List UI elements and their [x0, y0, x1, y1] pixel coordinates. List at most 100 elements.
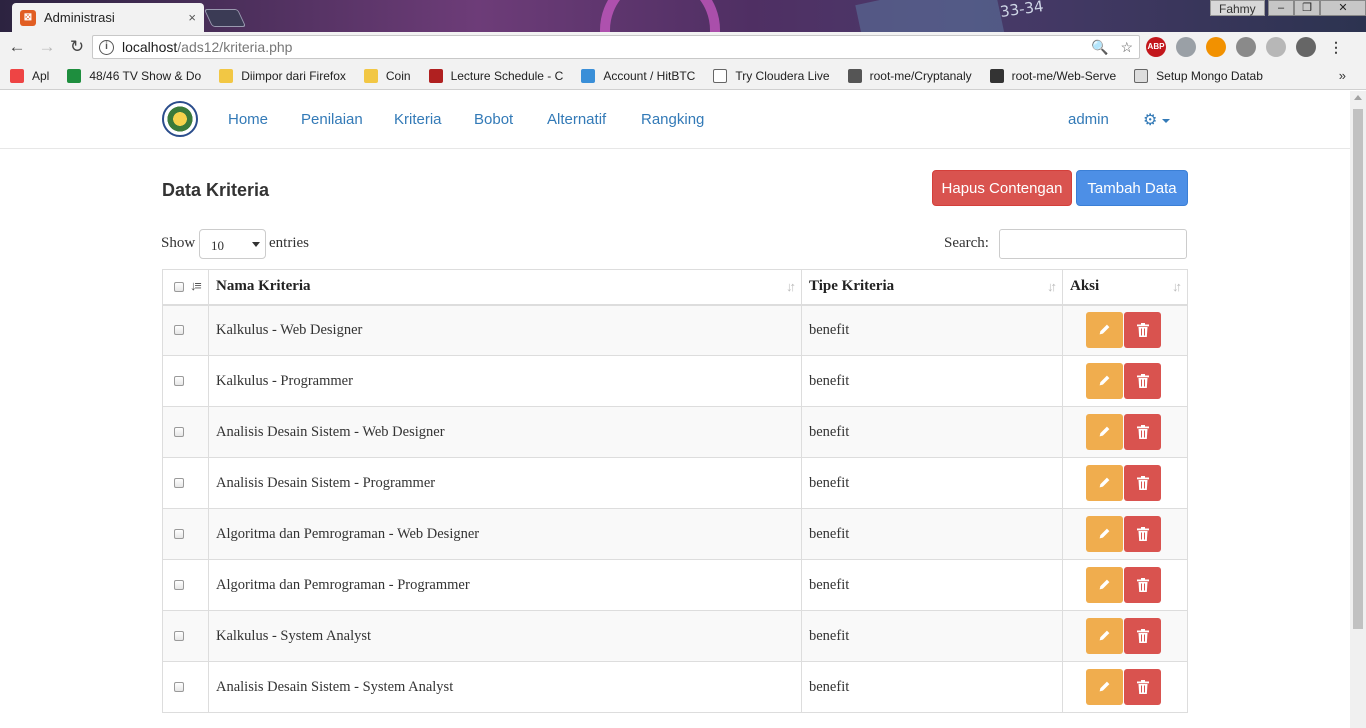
minimize-icon[interactable]: –	[1268, 0, 1294, 16]
extension-icon[interactable]	[1176, 37, 1196, 57]
edit-button[interactable]	[1086, 669, 1123, 705]
bookmark-item[interactable]: Account / HitBTC	[581, 68, 696, 83]
column-header-nama[interactable]: Nama Kriteria ↓↑	[208, 269, 802, 306]
delete-button[interactable]	[1124, 465, 1161, 501]
row-checkbox[interactable]	[174, 478, 184, 489]
search-input[interactable]	[999, 229, 1187, 259]
aksi-cell	[1062, 559, 1188, 611]
row-checkbox[interactable]	[174, 580, 184, 591]
extension-icon[interactable]	[1236, 37, 1256, 57]
delete-button[interactable]	[1124, 567, 1161, 603]
nav-user-admin[interactable]: admin	[1068, 111, 1109, 128]
bookmark-item[interactable]: Coin	[363, 68, 411, 83]
back-icon[interactable]: ←	[4, 37, 30, 57]
sort-icon[interactable]: ↓↑	[1047, 279, 1057, 295]
bookmark-item[interactable]: 48/46 TV Show & Do	[67, 68, 201, 83]
row-checkbox[interactable]	[174, 682, 184, 693]
select-all-header[interactable]: ↓≡	[162, 269, 209, 306]
caret-down-icon[interactable]	[1162, 119, 1170, 123]
edit-button[interactable]	[1086, 363, 1123, 399]
delete-checked-button[interactable]: Hapus Contengan	[932, 170, 1072, 206]
page-title: Data Kriteria	[162, 180, 270, 200]
bookmark-item[interactable]: Diimpor dari Firefox	[219, 68, 346, 83]
profile-name[interactable]: Fahmy	[1210, 0, 1265, 16]
sort-icon[interactable]: ↓↑	[1172, 279, 1182, 295]
sort-ascending-icon[interactable]: ↓≡	[190, 278, 202, 293]
top-navbar: Home Penilaian Kriteria Bobot Alternatif…	[0, 91, 1350, 149]
nav-kriteria[interactable]: Kriteria	[394, 111, 442, 128]
bookmark-label: Account / HitBTC	[603, 68, 696, 83]
extension-icon[interactable]	[1296, 37, 1316, 57]
browser-toolbar: ← → ↻ i localhost/ads12/kriteria.php 🔍 ☆…	[0, 32, 1366, 62]
add-data-button[interactable]: Tambah Data	[1076, 170, 1188, 206]
nav-home[interactable]: Home	[228, 111, 268, 128]
row-select-cell	[162, 559, 209, 611]
bookmark-item[interactable]: root-me/Cryptanaly	[847, 68, 972, 83]
bookmark-star-icon[interactable]: ☆	[1120, 39, 1133, 56]
column-header-aksi[interactable]: Aksi ↓↑	[1062, 269, 1188, 306]
bookmark-item[interactable]: Apl	[10, 68, 49, 83]
extension-icon[interactable]	[1266, 37, 1286, 57]
tipe-kriteria-cell: benefit	[801, 508, 1063, 560]
new-tab-button[interactable]	[203, 9, 247, 27]
close-window-icon[interactable]: ✕	[1320, 0, 1366, 16]
bookmark-item[interactable]: Lecture Schedule - C	[428, 68, 564, 83]
university-logo[interactable]	[162, 101, 198, 137]
row-checkbox[interactable]	[174, 631, 184, 642]
nav-bobot[interactable]: Bobot	[474, 111, 513, 128]
bookmark-label: root-me/Web-Serve	[1011, 68, 1117, 83]
scroll-up-icon[interactable]	[1354, 95, 1362, 100]
bookmark-item[interactable]: Try Cloudera Live	[713, 68, 830, 83]
bookmark-label: Lecture Schedule - C	[450, 68, 564, 83]
row-checkbox[interactable]	[174, 325, 184, 336]
page-length-select[interactable]: 10	[199, 229, 266, 259]
show-label: Show	[161, 235, 196, 251]
table-row: Kalkulus - Programmer benefit	[162, 355, 1188, 407]
bookmark-item[interactable]: root-me/Web-Serve	[989, 68, 1117, 83]
bookmark-label: Coin	[385, 68, 411, 83]
nav-alternatif[interactable]: Alternatif	[547, 111, 606, 128]
row-checkbox[interactable]	[174, 427, 184, 438]
tab-close-icon[interactable]: ×	[188, 10, 196, 25]
url-text[interactable]: localhost/ads12/kriteria.php	[122, 39, 292, 55]
sort-icon[interactable]: ↓↑	[786, 279, 796, 295]
delete-button[interactable]	[1124, 516, 1161, 552]
delete-button[interactable]	[1124, 618, 1161, 654]
edit-button[interactable]	[1086, 465, 1123, 501]
bookmarks-overflow-icon[interactable]: »	[1339, 68, 1346, 83]
delete-button[interactable]	[1124, 414, 1161, 450]
extension-icon[interactable]	[1206, 37, 1226, 57]
site-info-icon[interactable]: i	[99, 39, 114, 55]
page-scrollbar[interactable]	[1350, 91, 1366, 728]
table-row: Algoritma dan Pemrograman - Programmer be…	[162, 559, 1188, 611]
restore-icon[interactable]: ❐	[1294, 0, 1320, 16]
row-checkbox[interactable]	[174, 376, 184, 387]
edit-button[interactable]	[1086, 618, 1123, 654]
edit-button[interactable]	[1086, 312, 1123, 349]
edit-button[interactable]	[1086, 414, 1123, 450]
table-row: Analisis Desain Sistem - Web Designer ben…	[162, 406, 1188, 458]
select-all-checkbox[interactable]	[174, 281, 184, 292]
nav-penilaian[interactable]: Penilaian	[301, 111, 363, 128]
gear-icon[interactable]: ⚙	[1143, 110, 1157, 130]
address-bar[interactable]: i localhost/ads12/kriteria.php 🔍 ☆	[92, 35, 1140, 59]
bookmark-item[interactable]: Setup Mongo Datab	[1134, 68, 1263, 83]
delete-button[interactable]	[1124, 363, 1161, 399]
nama-kriteria-cell: Algoritma dan Pemrograman - Programmer	[208, 559, 802, 611]
edit-button[interactable]	[1086, 567, 1123, 603]
row-select-cell	[162, 406, 209, 458]
browser-tab[interactable]: ⊠ Administrasi ×	[12, 3, 204, 32]
tipe-kriteria-cell: benefit	[801, 661, 1063, 713]
zoom-icon[interactable]: 🔍	[1091, 39, 1108, 56]
edit-button[interactable]	[1086, 516, 1123, 552]
nav-rangking[interactable]: Rangking	[641, 111, 704, 128]
reload-icon[interactable]: ↻	[64, 37, 90, 57]
scrollbar-thumb[interactable]	[1353, 109, 1363, 629]
delete-button[interactable]	[1124, 312, 1161, 349]
row-checkbox[interactable]	[174, 529, 184, 540]
adblock-icon[interactable]: ABP	[1146, 37, 1166, 57]
menu-icon[interactable]: ⋮	[1326, 37, 1346, 57]
column-header-tipe[interactable]: Tipe Kriteria ↓↑	[801, 269, 1063, 306]
forward-icon[interactable]: →	[34, 37, 60, 57]
delete-button[interactable]	[1124, 669, 1161, 705]
